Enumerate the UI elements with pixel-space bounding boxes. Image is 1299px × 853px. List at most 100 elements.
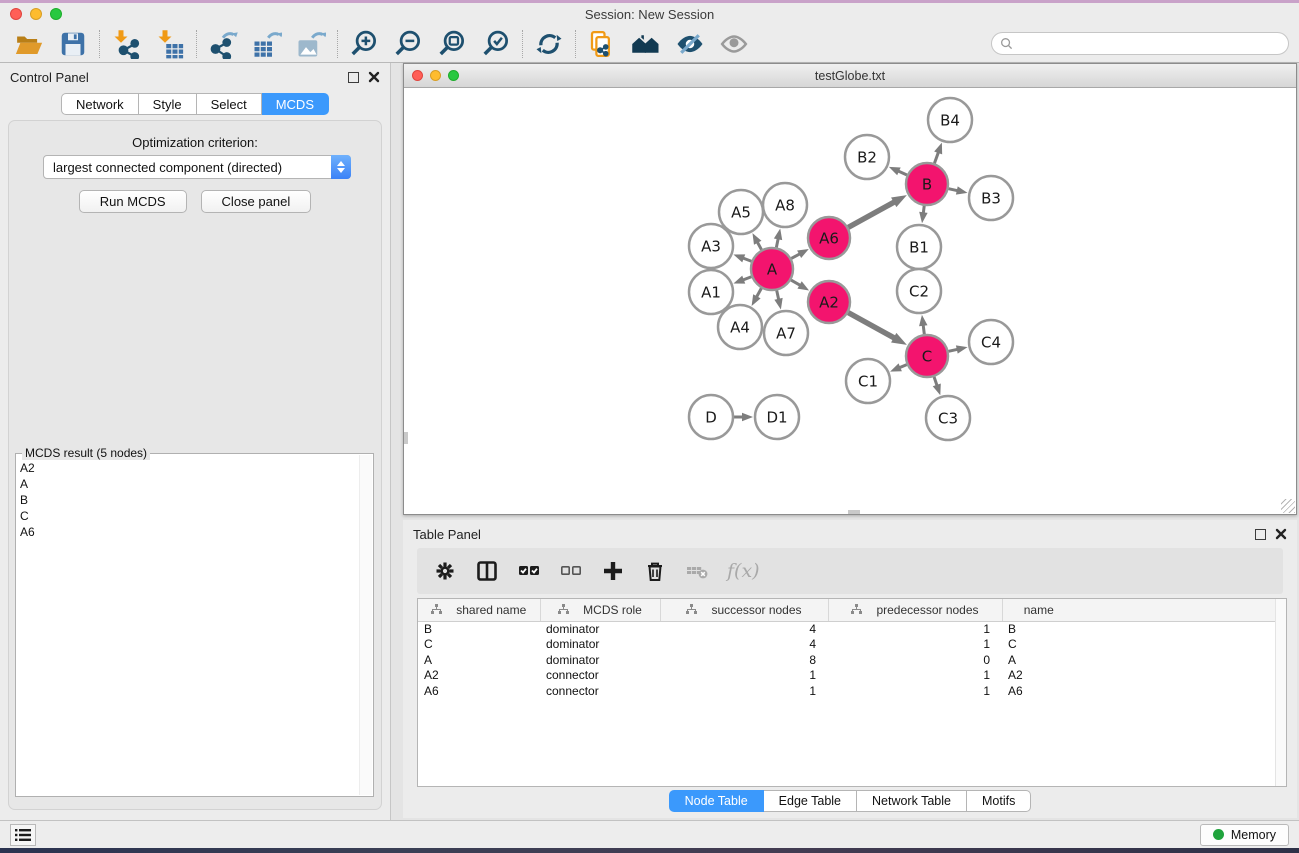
column-header-predecessor-nodes[interactable]: predecessor nodes [828, 599, 1002, 621]
column-header-name[interactable]: name [1002, 599, 1075, 621]
node-label-B: B [922, 175, 932, 193]
table-scrollbar[interactable] [1275, 599, 1286, 786]
table-tabs: Node TableEdge TableNetwork TableMotifs [403, 790, 1297, 812]
search-input[interactable] [1018, 37, 1280, 51]
column-header-MCDS-role[interactable]: MCDS role [540, 599, 660, 621]
table-row[interactable]: Adominator80A [418, 652, 1286, 668]
delete-column-icon[interactable] [643, 559, 667, 583]
save-session-icon[interactable] [58, 29, 88, 59]
tab-network-table[interactable]: Network Table [857, 790, 967, 812]
node-label-C: C [922, 347, 932, 365]
tab-network[interactable]: Network [61, 93, 139, 115]
export-image-icon[interactable] [296, 29, 326, 59]
close-panel-icon[interactable] [368, 71, 380, 83]
result-item[interactable]: B [20, 492, 357, 508]
node-label-B1: B1 [909, 238, 929, 256]
deselect-all-icon[interactable] [559, 559, 583, 583]
export-table-icon[interactable] [252, 29, 282, 59]
close-panel-button[interactable]: Close panel [201, 190, 312, 213]
status-bar: Memory [0, 820, 1299, 848]
result-item[interactable]: A2 [20, 460, 357, 476]
tab-edge-table[interactable]: Edge Table [764, 790, 857, 812]
tab-mcds[interactable]: MCDS [262, 93, 329, 115]
edge-arrow-icon [890, 363, 902, 371]
node-label-D1: D1 [766, 408, 787, 426]
mcds-result-list[interactable]: A2ABCA6 [20, 460, 357, 794]
edge-A6-B[interactable] [848, 201, 895, 227]
edge-arrow-icon [733, 254, 745, 262]
edge-arrow-icon [774, 229, 782, 241]
column-visibility-icon[interactable] [475, 559, 499, 583]
edge-arrow-icon [752, 294, 761, 306]
edge-A2-C[interactable] [848, 313, 895, 339]
node-label-C3: C3 [938, 409, 958, 427]
network-graph[interactable]: B4B2BB3A8A5A6A3B1AA1C2A2A4A7C4CC1C3DD1 [404, 88, 1296, 514]
zoom-in-icon[interactable] [349, 29, 379, 59]
app-titlebar: Session: New Session [0, 3, 1299, 25]
session-title: Session: New Session [0, 7, 1299, 22]
zoom-fit-icon[interactable] [437, 29, 467, 59]
float-table-panel-icon[interactable] [1255, 529, 1266, 540]
node-label-A3: A3 [701, 237, 721, 255]
float-panel-icon[interactable] [348, 72, 359, 83]
import-network-icon[interactable] [111, 29, 141, 59]
node-label-A: A [767, 260, 778, 278]
edge-arrow-icon [752, 233, 761, 245]
search-field[interactable] [991, 32, 1289, 55]
node-label-A8: A8 [775, 196, 795, 214]
open-session-icon[interactable] [14, 29, 44, 59]
clone-network-icon[interactable] [587, 29, 617, 59]
edge-arrow-icon [919, 315, 927, 326]
network-window-title: testGlobe.txt [404, 69, 1296, 83]
canvas-vscroll-thumb[interactable] [404, 432, 408, 444]
tab-select[interactable]: Select [197, 93, 262, 115]
result-item[interactable]: C [20, 508, 357, 524]
tab-motifs[interactable]: Motifs [967, 790, 1031, 812]
node-table: shared nameMCDS rolesuccessor nodesprede… [417, 598, 1287, 787]
edge-arrow-icon [797, 249, 809, 258]
table-settings-icon[interactable] [433, 559, 457, 583]
export-network-icon[interactable] [208, 29, 238, 59]
node-label-A2: A2 [819, 293, 839, 311]
optimization-criterion-label: Optimization criterion: [9, 135, 381, 150]
optimization-criterion-select[interactable]: largest connected component (directed) [43, 155, 351, 179]
run-mcds-button[interactable]: Run MCDS [79, 190, 187, 213]
table-row[interactable]: Cdominator41C [418, 637, 1286, 653]
memory-button[interactable]: Memory [1200, 824, 1289, 846]
node-label-C2: C2 [909, 282, 929, 300]
memory-status-icon [1213, 829, 1224, 840]
home-layout-icon[interactable] [631, 29, 661, 59]
import-table-icon[interactable] [155, 29, 185, 59]
network-window-titlebar[interactable]: testGlobe.txt [404, 64, 1296, 88]
result-item[interactable]: A [20, 476, 357, 492]
edge-arrow-icon [956, 186, 968, 194]
create-column-icon[interactable] [601, 559, 625, 583]
column-header-successor-nodes[interactable]: successor nodes [660, 599, 828, 621]
close-table-panel-icon[interactable] [1275, 528, 1287, 540]
node-label-B3: B3 [981, 189, 1001, 207]
column-header-shared-name[interactable]: shared name [418, 599, 540, 621]
result-item[interactable]: A6 [20, 524, 357, 540]
node-label-B2: B2 [857, 148, 877, 166]
node-table-grid[interactable]: shared nameMCDS rolesuccessor nodesprede… [418, 599, 1286, 699]
result-scrollbar[interactable] [359, 455, 372, 795]
select-all-icon[interactable] [517, 559, 541, 583]
table-row[interactable]: A6connector11A6 [418, 683, 1286, 699]
table-row[interactable]: A2connector11A2 [418, 668, 1286, 684]
node-label-A7: A7 [776, 324, 796, 342]
zoom-out-icon[interactable] [393, 29, 423, 59]
task-history-button[interactable] [10, 824, 36, 846]
window-resize-grip[interactable] [1281, 499, 1295, 513]
table-row[interactable]: Bdominator41B [418, 621, 1286, 637]
hide-graphics-details-icon[interactable] [675, 29, 705, 59]
tab-style[interactable]: Style [139, 93, 197, 115]
edge-arrow-icon [774, 298, 782, 310]
tab-node-table[interactable]: Node Table [669, 790, 764, 812]
node-label-A5: A5 [731, 203, 751, 221]
task-list-icon [15, 828, 31, 842]
refresh-icon[interactable] [534, 29, 564, 59]
canvas-hscroll-thumb[interactable] [848, 510, 860, 514]
zoom-selected-icon[interactable] [481, 29, 511, 59]
network-canvas[interactable]: B4B2BB3A8A5A6A3B1AA1C2A2A4A7C4CC1C3DD1 [404, 88, 1296, 514]
main-toolbar [0, 25, 1299, 63]
